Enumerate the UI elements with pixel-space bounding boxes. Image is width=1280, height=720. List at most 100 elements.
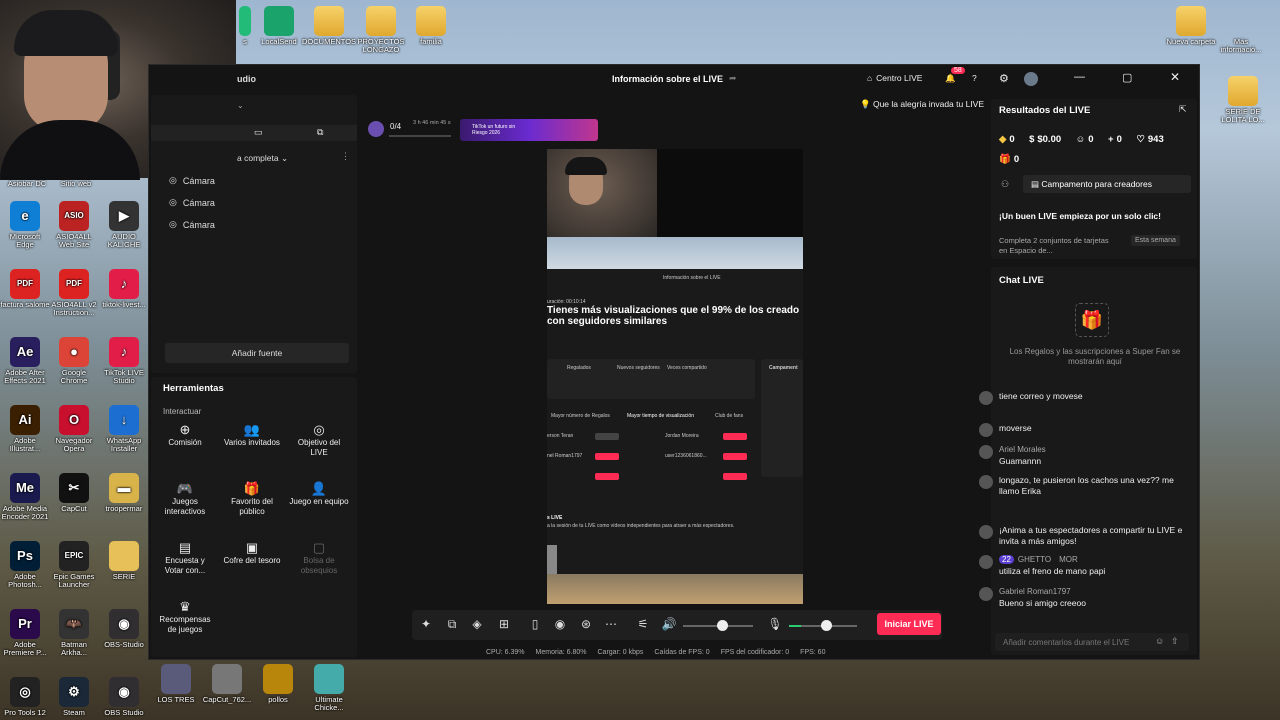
desktop-icon-label: Sitio web bbox=[60, 179, 92, 188]
promo-banner[interactable]: TikTok un futuro sin Riesgo 2026 bbox=[460, 119, 598, 141]
desktop-icon[interactable]: SERIE bbox=[99, 541, 149, 581]
camera-icon: ◎ bbox=[169, 175, 177, 185]
desktop-icon[interactable]: pollos bbox=[252, 664, 304, 704]
microphone-icon[interactable]: 🎙 bbox=[766, 617, 784, 631]
scene-name[interactable]: a completa ⌄ bbox=[237, 153, 288, 164]
phone-icon[interactable]: ▯ bbox=[526, 617, 544, 631]
desktop-icon[interactable]: ↓ WhatsApp Installer bbox=[99, 405, 149, 453]
source-item-camera[interactable]: ◎ Cámara bbox=[169, 219, 215, 230]
desktop-icon[interactable]: ◉ OBS-Studio bbox=[99, 609, 149, 649]
desktop-icon[interactable]: Más informació... bbox=[1214, 6, 1268, 54]
desktop-icon[interactable]: Pr Adobe Premiere P... bbox=[0, 609, 50, 657]
start-live-button[interactable]: Iniciar LIVE bbox=[877, 613, 941, 635]
more-icon[interactable]: ⋮ bbox=[341, 151, 350, 162]
camera-flip-icon[interactable]: ⊛ bbox=[577, 617, 595, 631]
desktop-icon[interactable]: ◎ Pro Tools 12 bbox=[0, 677, 50, 717]
maximize-button[interactable]: ▢ bbox=[1122, 71, 1132, 84]
desktop-icon[interactable]: Ps Adobe Photosh... bbox=[0, 541, 50, 589]
landscape-icon[interactable]: ▭ bbox=[254, 127, 263, 138]
campaign-button[interactable]: ▤ Campamento para creadores bbox=[1023, 175, 1191, 193]
effects-icon[interactable]: ◈ bbox=[468, 617, 486, 631]
minimize-button[interactable]: — bbox=[1074, 71, 1085, 83]
popout-icon[interactable]: ⇱ bbox=[1179, 104, 1187, 115]
centro-live-button[interactable]: ⌂ Centro LIVE bbox=[867, 73, 922, 83]
desktop-icon[interactable]: s bbox=[238, 6, 252, 46]
desktop-icon[interactable]: LOS TRES bbox=[150, 664, 202, 704]
notifications-button[interactable]: 🔔 bbox=[945, 73, 956, 84]
capture-icon[interactable]: ⊞ bbox=[495, 617, 513, 631]
desktop-icon[interactable]: Nueva carpeta bbox=[1164, 6, 1218, 46]
person-icon[interactable]: ⚇ bbox=[1001, 179, 1009, 190]
avatar[interactable] bbox=[1024, 72, 1038, 86]
add-source-button[interactable]: Añadir fuente bbox=[165, 343, 349, 363]
source-item-camera[interactable]: ◎ Cámara bbox=[169, 175, 215, 186]
maximize-icon: ▢ bbox=[1122, 72, 1133, 84]
chat-input[interactable]: Añadir comentarios durante el LIVE ☺ ⇧ bbox=[995, 633, 1189, 651]
source-item-camera[interactable]: ◎ Cámara bbox=[169, 197, 215, 208]
desktop-icon[interactable]: e Microsoft Edge bbox=[0, 201, 50, 249]
desktop-icon[interactable]: PDF factura salome bbox=[0, 269, 50, 309]
chat-text: Guamannn bbox=[999, 455, 1042, 466]
desktop-icon[interactable]: Ultimate Chicke... bbox=[303, 664, 355, 712]
tool-poll[interactable]: ▤ Encuesta y Votar con... bbox=[155, 541, 215, 576]
chat-text: Bueno si amigo creeoo bbox=[999, 597, 1086, 608]
desktop-icon[interactable]: ✂ CapCut bbox=[49, 473, 99, 513]
tool-target[interactable]: ◎ Objetivo del LIVE bbox=[289, 423, 349, 458]
volume-knob[interactable] bbox=[716, 620, 728, 631]
desktop-icon[interactable]: SERIE DE LOLITA LO... bbox=[1212, 76, 1274, 124]
desktop-icon[interactable]: Sitio web bbox=[49, 180, 103, 190]
desktop-icon[interactable]: PDF ASIO4ALL v2 Instruction... bbox=[49, 269, 99, 317]
desktop-icon[interactable]: ▶ AUDIO KALIGHE bbox=[99, 201, 149, 249]
desktop-icon[interactable]: ASIO ASIO4ALL Web Site bbox=[49, 201, 99, 249]
desktop-icon[interactable]: Asiobar DC bbox=[0, 180, 54, 190]
record-icon[interactable]: ◉ bbox=[551, 617, 569, 631]
reward-icon: ♛ bbox=[179, 599, 191, 614]
share-icon[interactable]: ➦ bbox=[729, 73, 737, 84]
desktop-icon[interactable]: DOCUMENTOS bbox=[302, 6, 356, 46]
tool-guests[interactable]: 👥 Varios invitados bbox=[222, 423, 282, 448]
desktop-icon[interactable]: CapCut_762... bbox=[201, 664, 253, 704]
camera-icon: ◎ bbox=[169, 197, 177, 207]
desktop-icon[interactable]: 🦇 Batman Arkha... bbox=[49, 609, 99, 657]
avatar bbox=[979, 423, 993, 437]
tool-coin[interactable]: ⊕ Comisión bbox=[155, 423, 215, 448]
home-icon: ⌂ bbox=[867, 73, 873, 83]
desktop-icon[interactable]: ● Google Chrome bbox=[49, 337, 99, 385]
close-button[interactable]: ✕ bbox=[1170, 70, 1180, 84]
tool-gift[interactable]: 🎁 Favorito del público bbox=[222, 482, 282, 517]
chevron-down-icon[interactable]: ⌄ bbox=[237, 101, 244, 110]
send-icon[interactable]: ⇧ bbox=[1171, 636, 1179, 647]
desktop-icon[interactable]: ⚙ Steam bbox=[49, 677, 99, 717]
desktop-icon[interactable]: Ae Adobe After Effects 2021 bbox=[0, 337, 50, 385]
desktop-icon[interactable]: EPIC Epic Games Launcher bbox=[49, 541, 99, 589]
desktop-icon[interactable]: ◉ OBS Studio bbox=[99, 677, 149, 717]
help-button[interactable]: ? bbox=[972, 73, 977, 83]
volume-slider[interactable] bbox=[683, 620, 753, 631]
tool-team[interactable]: 👤 Juego en equipo bbox=[289, 482, 349, 507]
desktop-icon[interactable]: ▬ troopermar bbox=[99, 473, 149, 513]
mic-slider[interactable] bbox=[789, 620, 857, 631]
app-icon bbox=[264, 6, 294, 36]
desktop-icon[interactable]: LocalSend bbox=[252, 6, 306, 46]
magic-icon[interactable]: ✦ bbox=[417, 617, 435, 631]
portrait-icon[interactable]: ⧉ bbox=[317, 127, 323, 138]
layers-icon[interactable]: ⧉ bbox=[443, 617, 461, 632]
tool-gamepad[interactable]: 🎮 Juegos interactivos bbox=[155, 482, 215, 517]
emoji-icon[interactable]: ☺ bbox=[1155, 636, 1164, 646]
mixer-icon[interactable]: ⚟ bbox=[634, 617, 652, 631]
chat-message: moverse bbox=[979, 423, 1189, 437]
desktop-icon[interactable]: Me Adobe Media Encoder 2021 bbox=[0, 473, 50, 521]
settings-button[interactable]: ⚙ bbox=[999, 72, 1009, 85]
desktop-icon[interactable]: O Navegador Opera bbox=[49, 405, 99, 453]
desktop-icon[interactable]: ♪ TikTok LIVE Studio bbox=[99, 337, 149, 385]
app-icon: e bbox=[10, 201, 40, 231]
tool-reward[interactable]: ♛ Recompensas de juegos bbox=[155, 599, 215, 635]
desktop-icon[interactable]: familia bbox=[404, 6, 458, 46]
desktop-icon-label: CapCut bbox=[61, 504, 87, 513]
speaker-icon[interactable]: 🔊 bbox=[660, 617, 678, 631]
desktop-icon[interactable]: Ai Adobe Illustrat... bbox=[0, 405, 50, 453]
tool-chest[interactable]: ▣ Cofre del tesoro bbox=[222, 541, 282, 566]
desktop-icon[interactable]: ♪ tiktok-livest... bbox=[99, 269, 149, 309]
more-options-icon[interactable]: ⋯ bbox=[602, 617, 620, 631]
desktop-icon[interactable]: PROYECTOS LONGAZO bbox=[354, 6, 408, 54]
